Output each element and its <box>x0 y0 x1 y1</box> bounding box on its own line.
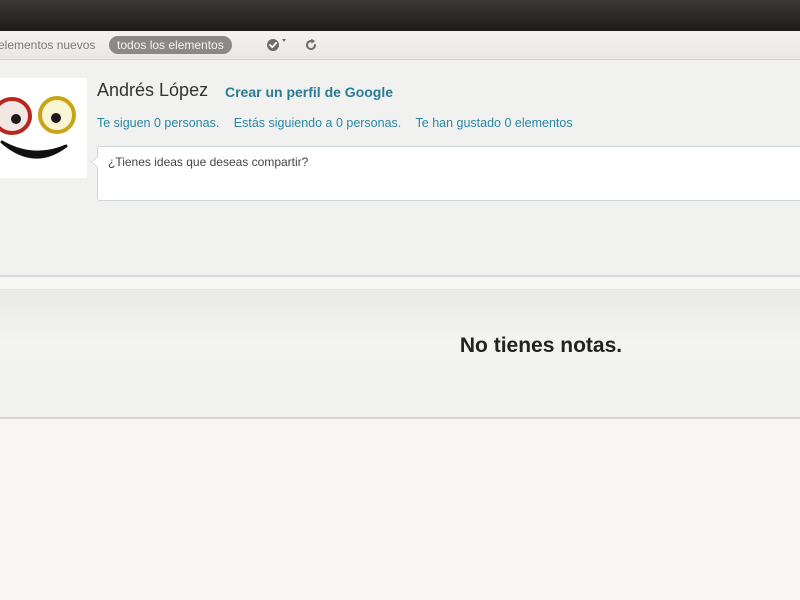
toolbar: elementos nuevos todos los elementos <box>0 31 800 60</box>
avatar[interactable] <box>0 78 87 178</box>
profile-panel: Andrés López Crear un perfil de Google T… <box>0 60 800 277</box>
empty-notes-message: No tienes notas. <box>459 334 623 357</box>
share-box[interactable] <box>91 146 800 201</box>
followers-link[interactable]: Te siguen 0 personas. <box>97 116 219 130</box>
profile-stats: Te siguen 0 personas. Estás siguiendo a … <box>97 116 584 130</box>
create-profile-link[interactable]: Crear un perfil de Google <box>225 84 393 100</box>
share-box-pointer <box>91 156 98 168</box>
top-bar <box>0 0 800 31</box>
share-input[interactable] <box>98 147 800 200</box>
filter-new-items[interactable]: elementos nuevos <box>0 38 95 52</box>
smiley-face-icon <box>0 96 76 159</box>
notes-panel: No tienes notas. <box>0 289 800 419</box>
following-link[interactable]: Estás siguiendo a 0 personas. <box>234 116 401 130</box>
refresh-icon[interactable] <box>304 38 318 52</box>
check-circle-icon[interactable] <box>266 38 288 54</box>
filter-all-items[interactable]: todos los elementos <box>109 36 232 54</box>
liked-link[interactable]: Te han gustado 0 elementos <box>416 116 573 130</box>
user-name: Andrés López <box>97 80 209 100</box>
